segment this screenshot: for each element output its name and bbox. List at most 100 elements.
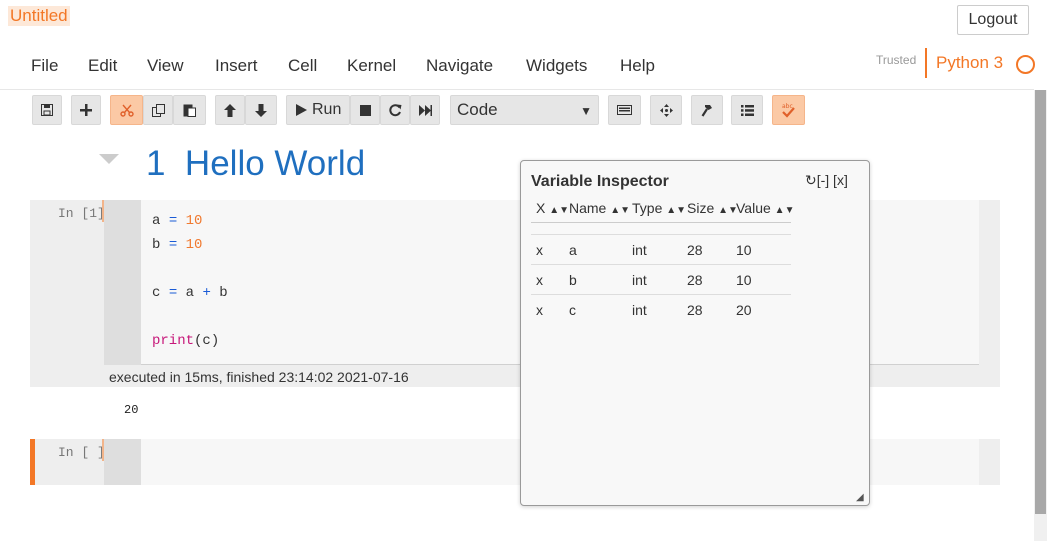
vi-cell-size: 28 [687,272,703,288]
stop-icon [359,104,371,116]
vi-cell-name: a [569,242,577,258]
restart-run-all-button[interactable] [410,95,440,125]
heading-text: Hello World [184,144,366,183]
svg-text:abc: abc [782,103,793,110]
logout-button[interactable]: Logout [957,5,1029,35]
play-icon [296,104,307,116]
menu-view[interactable]: View [147,56,184,76]
vi-header-value[interactable]: Value ▲▼ [736,200,794,216]
sort-icon: ▲▼ [774,205,795,216]
save-icon [41,104,53,116]
vi-header-divider [531,222,791,223]
sort-icon: ▲▼ [610,205,631,216]
spellcheck-button[interactable]: abc [772,95,805,125]
vi-header-value-label: Value [736,200,771,216]
header-divider [0,89,1034,90]
arrow-down-icon [255,103,267,117]
vi-header-name[interactable]: Name ▲▼ [569,200,630,216]
code-line: a = 10 [152,213,203,229]
chevron-down-icon: ▼ [580,104,592,118]
vi-delete-var-button[interactable]: x [536,272,543,288]
code-line: print(c) [152,333,220,349]
kernel-divider [925,48,927,78]
move-down-button[interactable] [245,95,277,125]
code-gutter [104,439,141,485]
plus-icon [80,104,92,116]
kernel-status-icon [1016,55,1035,74]
toc-button[interactable] [731,95,763,125]
restart-button[interactable] [380,95,410,125]
menu-navigate[interactable]: Navigate [426,56,493,76]
list-icon [740,104,754,116]
code-line: c = a + b [152,285,228,301]
sort-icon: ▲▼ [718,205,738,216]
scissors-icon [119,104,134,117]
heading-number: 1 [146,144,166,183]
vi-delete-var-button[interactable]: x [536,302,543,318]
copy-icon [151,103,165,117]
cell-type-value: Code [457,100,498,119]
vi-cell-name: b [569,272,577,288]
vi-header-type[interactable]: Type ▲▼ [632,200,686,216]
run-button[interactable]: Run [286,95,350,125]
trusted-indicator[interactable]: Trusted [876,53,916,67]
save-button[interactable] [32,95,62,125]
arrow-up-icon [224,103,236,117]
menu-kernel[interactable]: Kernel [347,56,396,76]
sort-icon: ▲▼ [549,205,570,216]
vi-delete-var-button[interactable]: x [536,242,543,258]
menu-file[interactable]: File [31,56,58,76]
vi-header-size[interactable]: Size ▲▼ [687,200,738,216]
cut-button[interactable] [110,95,143,125]
selected-cell-marker [30,439,35,485]
move-selected-button[interactable] [650,95,682,125]
notebook-title[interactable]: Untitled [8,6,70,26]
hammer-icon [701,104,712,117]
crosshair-icon [659,103,673,117]
paste-icon [183,104,196,117]
resize-handle-icon[interactable]: ◢ [856,492,864,503]
vi-cell-type: int [632,242,647,258]
vi-header-type-label: Type [632,200,663,216]
vi-cell-type: int [632,302,647,318]
menu-insert[interactable]: Insert [215,56,258,76]
command-palette-button[interactable] [608,95,641,125]
spellcheck-icon: abc [782,103,795,118]
execution-time: executed in 15ms, finished 23:14:02 2021… [109,369,409,385]
vi-header-x-label: X [536,200,546,216]
menu-widgets[interactable]: Widgets [526,56,587,76]
sort-icon: ▲▼ [666,205,687,216]
copy-button[interactable] [143,95,173,125]
collapse-heading-icon[interactable] [99,154,119,164]
variable-inspector-controls[interactable]: ↻[-] [x] [805,172,848,189]
vi-header-name-label: Name [569,200,607,216]
fast-forward-icon [418,104,432,116]
restart-icon [388,103,401,116]
interrupt-button[interactable] [350,95,380,125]
cell-type-select[interactable]: Code ▼ [450,95,599,125]
vi-cell-size: 28 [687,242,703,258]
code-line: b = 10 [152,237,203,253]
keyboard-icon [617,105,632,115]
scrollbar-thumb[interactable] [1035,90,1046,514]
variable-inspector-title[interactable]: Variable Inspector [531,173,669,191]
vi-header-size-label: Size [687,200,715,216]
code-gutter [104,200,141,365]
vi-cell-size: 28 [687,302,703,318]
vi-cell-value: 20 [736,302,752,318]
move-up-button[interactable] [215,95,245,125]
nbextensions-button[interactable] [691,95,723,125]
heading-cell[interactable]: 1 Hello World [146,144,365,184]
vi-cell-type: int [632,272,647,288]
vi-header-x[interactable]: X ▲▼ [536,200,569,216]
kernel-name[interactable]: Python 3 [936,53,1003,73]
vi-cell-value: 10 [736,272,752,288]
vi-cell-value: 10 [736,242,752,258]
vi-row-divider [531,264,791,265]
insert-cell-button[interactable] [71,95,101,125]
menu-cell[interactable]: Cell [288,56,317,76]
vi-cell-name: c [569,302,576,318]
menu-help[interactable]: Help [620,56,655,76]
paste-button[interactable] [173,95,206,125]
menu-edit[interactable]: Edit [88,56,117,76]
